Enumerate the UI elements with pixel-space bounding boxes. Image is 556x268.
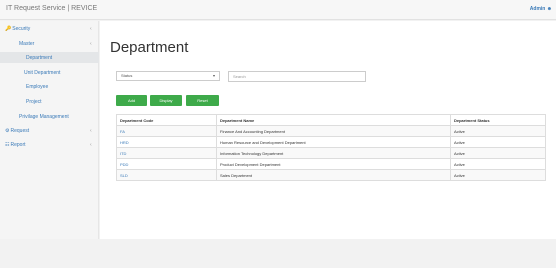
status-select[interactable]: Status ▾	[116, 71, 220, 81]
sidebar-item-label: Security	[12, 26, 31, 32]
department-name: Information Technology Department	[216, 147, 451, 159]
column-header-name[interactable]: Department Name	[216, 114, 451, 126]
sidebar-item-employee[interactable]: Employee	[26, 84, 48, 90]
department-status: Active	[450, 136, 546, 148]
table-header-row: Department Code Department Name Departme…	[116, 114, 546, 126]
column-header-code[interactable]: Department Code	[116, 114, 217, 126]
search-input[interactable]: Search	[228, 71, 366, 82]
caret-down-icon: ▾	[212, 73, 215, 78]
table-row: FA Finance And Accounting Department Act…	[116, 125, 546, 137]
page-title: Department	[110, 39, 189, 56]
department-code-link[interactable]: PDD	[116, 158, 217, 170]
sidebar-item-master[interactable]: Master	[19, 41, 34, 47]
sidebar-item-project[interactable]: Project	[26, 99, 42, 105]
department-code-link[interactable]: HRD	[116, 136, 217, 148]
sidebar-item-label: Department	[26, 55, 53, 61]
sidebar-item-department[interactable]: Department	[26, 55, 52, 61]
table-row: ITD Information Technology Department Ac…	[116, 147, 546, 159]
sidebar-item-request[interactable]: ⚙Request	[5, 128, 29, 134]
chevron-left-icon: ‹	[90, 26, 92, 32]
gear-icon: ⚙	[5, 128, 10, 134]
department-code-link[interactable]: ITD	[116, 147, 217, 159]
department-name: Human Resource and Development Departmen…	[216, 136, 451, 148]
reset-button[interactable]: Reset	[186, 95, 219, 106]
department-status: Active	[450, 125, 546, 137]
sidebar-item-label: Project	[26, 99, 42, 105]
sidebar-item-label: Privilage Management	[19, 114, 69, 120]
user-menu[interactable]: Admin ☻	[530, 6, 552, 12]
key-icon: 🔑	[5, 26, 12, 32]
sidebar-item-unit-department[interactable]: Unit Department	[24, 70, 60, 76]
app-title[interactable]: IT Request Service | REVICE	[6, 5, 97, 12]
department-table: Department Code Department Name Departme…	[116, 114, 546, 181]
department-name: Product Development Department	[216, 158, 451, 170]
sidebar: 🔑Security ‹ Master ‹ Department Unit Dep…	[0, 21, 99, 268]
sidebar-item-privilage-management[interactable]: Privilage Management	[19, 114, 69, 120]
main-content: Department Status ▾ Search Add Display R…	[100, 21, 556, 239]
department-name: Sales Department	[216, 169, 451, 181]
status-select-value: Status	[121, 73, 133, 78]
table-row: PDD Product Development Department Activ…	[116, 158, 546, 170]
chevron-left-icon: ‹	[90, 128, 92, 134]
display-button[interactable]: Display	[150, 95, 182, 106]
footer-area	[0, 239, 556, 268]
user-icon: ☻	[546, 6, 552, 12]
chevron-left-icon: ‹	[90, 41, 92, 47]
table-row: SLD Sales Department Active	[116, 169, 546, 181]
department-code-link[interactable]: FA	[116, 125, 217, 137]
department-status: Active	[450, 169, 546, 181]
sidebar-item-label: Request	[10, 128, 30, 134]
department-code-link[interactable]: SLD	[116, 169, 217, 181]
chart-icon: ☷	[5, 142, 10, 148]
sidebar-item-label: Report	[10, 142, 26, 148]
sidebar-item-label: Unit Department	[24, 70, 61, 76]
add-button[interactable]: Add	[116, 95, 147, 106]
sidebar-item-security[interactable]: 🔑Security	[5, 26, 30, 32]
search-placeholder: Search	[233, 74, 246, 79]
user-name: Admin	[529, 6, 546, 12]
sidebar-item-label: Employee	[26, 84, 49, 90]
chevron-left-icon: ‹	[90, 142, 92, 148]
table-row: HRD Human Resource and Development Depar…	[116, 136, 546, 148]
department-name: Finance And Accounting Department	[216, 125, 451, 137]
sidebar-item-report[interactable]: ☷Report	[5, 142, 26, 148]
department-status: Active	[450, 158, 546, 170]
top-navbar: IT Request Service | REVICE Admin ☻	[0, 0, 556, 20]
column-header-status[interactable]: Department Status	[450, 114, 546, 126]
department-status: Active	[450, 147, 546, 159]
sidebar-item-label: Master	[19, 41, 35, 47]
